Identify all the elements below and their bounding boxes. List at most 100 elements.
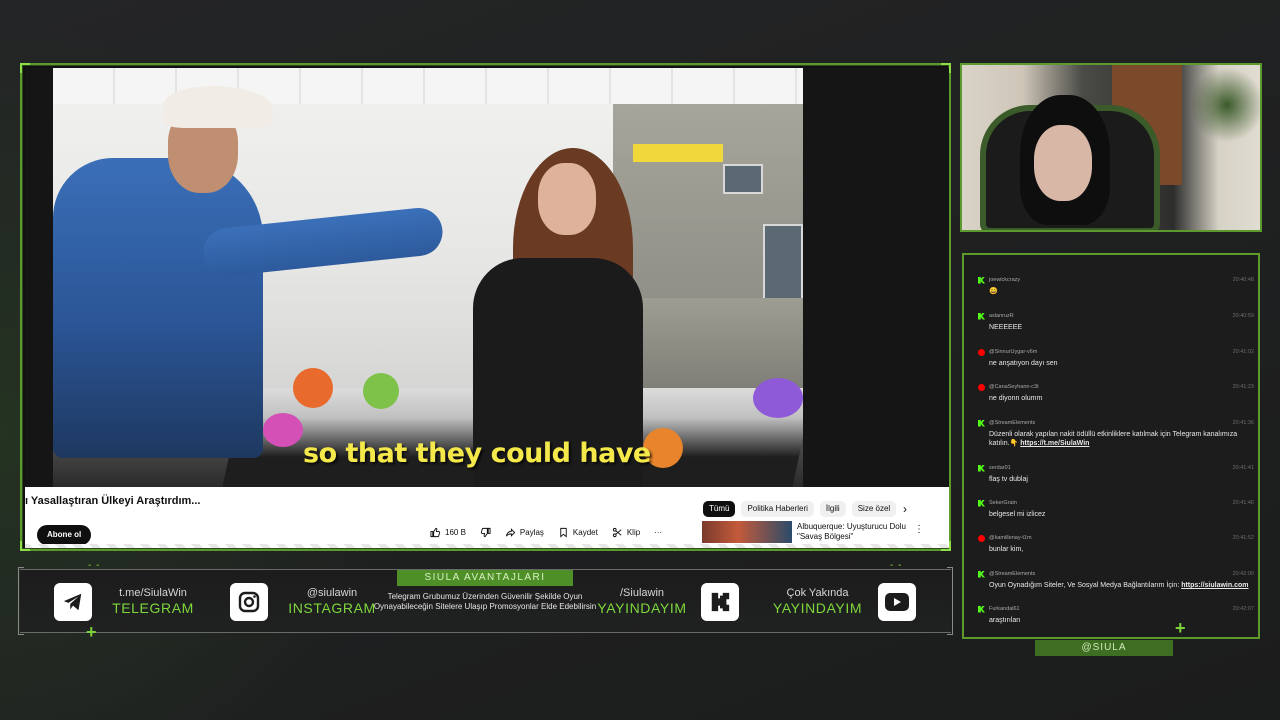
chat-message: @kamillenay-t1m 20:41:52 bunlar kim, — [978, 533, 1254, 554]
chat-link[interactable]: https://siulawin.com — [1181, 582, 1248, 589]
kick-label: YAYINDAYIM — [597, 600, 687, 616]
thumbs-up-icon — [430, 527, 441, 538]
chat-message-meta: @StreamElements 20:42:00 — [978, 569, 1254, 579]
chat-timestamp: 20:42:07 — [1232, 606, 1254, 612]
chat-username[interactable]: SekerGrain — [989, 500, 1017, 506]
kick-badge-icon — [978, 419, 985, 427]
video-title[interactable]: ı Yasallaştıran Ülkeyi Araştırdım... — [25, 495, 200, 507]
scene-person-cap — [163, 86, 273, 128]
chat-message-text: NEEEEEE — [989, 323, 1254, 332]
dash-decoration: - - — [890, 560, 903, 571]
chat-username[interactable]: @StreamElements — [989, 420, 1035, 426]
chat-username[interactable]: joewickcrazy — [989, 277, 1020, 283]
chat-message-body: Oyun Oynadığım Siteler, Ve Sosyal Medya … — [989, 582, 1182, 589]
chat-username[interactable]: aslanruzR — [989, 313, 1014, 319]
recommended-more-icon[interactable]: ⋮ — [914, 524, 924, 535]
chat-message: SekerGrain 20:41:46 belgesel mi izlicez — [978, 498, 1254, 519]
chat-username[interactable]: Furkandal61 — [989, 606, 1020, 612]
chat-username[interactable]: @CanaSeyhann-c3t — [989, 384, 1039, 390]
promo-title: SIULA AVANTAJLARI — [397, 570, 573, 586]
streamer-handle-tag: @SIULA — [1035, 640, 1173, 656]
kick-badge-icon — [978, 312, 985, 320]
scene-flower — [363, 373, 399, 409]
kick-icon — [701, 583, 739, 621]
scene-window — [723, 164, 763, 194]
chat-message-meta: Furkandal61 20:42:07 — [978, 604, 1254, 614]
related-chips: Tümü Politika Haberleri İlgili Size özel — [703, 501, 897, 517]
chat-message-meta: SekerGrain 20:41:46 — [978, 498, 1254, 508]
youtube-label: YAYINDAYIM — [772, 600, 863, 616]
recommended-title[interactable]: Albuquerque: Uyuşturucu Dolu "Savaş Bölg… — [797, 522, 917, 542]
kick-handle: /Siulawin — [619, 587, 665, 599]
chat-message-meta: aslanruzR 20:40:59 — [978, 311, 1254, 321]
chat-timestamp: 20:41:52 — [1232, 535, 1254, 541]
plus-decoration-icon: + — [1175, 618, 1186, 638]
video-actions: 160 B Paylaş Kaydet Klip ··· — [430, 527, 662, 538]
social-kick[interactable]: /Siulawin YAYINDAYIM — [590, 570, 770, 634]
chevron-right-icon[interactable]: › — [903, 501, 907, 517]
telegram-icon — [54, 583, 92, 621]
telegram-text: t.me/SiulaWin TELEGRAM — [108, 587, 198, 616]
recommended-video[interactable]: Albuquerque: Uyuşturucu Dolu "Savaş Bölg… — [702, 521, 938, 543]
dislike-button[interactable] — [480, 527, 491, 538]
social-telegram[interactable]: t.me/SiulaWin TELEGRAM — [20, 570, 195, 634]
chat-message: aslanruzR 20:40:59 NEEEEEE — [978, 311, 1254, 332]
bookmark-icon — [560, 527, 567, 538]
chat-username[interactable]: @SinnurUygar-v6m — [989, 349, 1037, 355]
chip-politics[interactable]: Politika Haberleri — [741, 501, 814, 517]
instagram-label: INSTAGRAM — [288, 600, 376, 616]
chat-username[interactable]: @StreamElements — [989, 571, 1035, 577]
more-actions-button[interactable]: ··· — [654, 528, 662, 537]
scene-person-woman-face — [538, 163, 596, 235]
chat-message-text: Oyun Oynadığım Siteler, Ve Sosyal Medya … — [989, 581, 1254, 590]
like-button[interactable]: 160 B — [430, 527, 466, 538]
video-scene: so that they could have — [53, 68, 803, 487]
scissors-icon — [612, 527, 622, 538]
social-youtube[interactable]: Çok Yakında YAYINDAYIM — [765, 570, 951, 634]
chat-message-meta: @SinnurUygar-v6m 20:41:02 — [978, 347, 1254, 357]
chip-all[interactable]: Tümü — [703, 501, 736, 517]
share-icon — [505, 528, 516, 537]
save-button[interactable]: Kaydet — [558, 527, 598, 538]
chat-message-body: araştırılan — [989, 617, 1021, 624]
kick-badge-icon — [978, 499, 985, 507]
video-player[interactable]: so that they could have — [25, 68, 949, 487]
youtube-badge-icon — [978, 348, 985, 356]
chat-message-body: bunlar kim, — [989, 546, 1024, 553]
chat-timestamp: 20:41:23 — [1232, 384, 1254, 390]
chip-related[interactable]: İlgili — [819, 501, 846, 517]
youtube-text: Çok Yakında YAYINDAYIM — [765, 587, 870, 616]
scene-flower — [753, 378, 803, 418]
youtube-icon — [878, 583, 916, 621]
social-instagram[interactable]: @siulawin INSTAGRAM — [220, 570, 380, 634]
chip-for-you[interactable]: Size özel — [851, 501, 897, 517]
save-label: Kaydet — [572, 528, 598, 537]
chat-message-body: ne anşatıyon dayı sen — [989, 360, 1058, 367]
chat-message: joewickcrazy 20:40:48 😄 — [978, 275, 1254, 296]
chat-timestamp: 20:41:02 — [1232, 349, 1254, 355]
chat-message-meta: serdar01 20:41:41 — [978, 463, 1254, 473]
chat-username[interactable]: @kamillenay-t1m — [989, 535, 1032, 541]
chat-username[interactable]: serdar01 — [989, 465, 1011, 471]
chat-panel[interactable]: joewickcrazy 20:40:48 😄 aslanruzR 20:40:59 NE… — [962, 253, 1260, 639]
chat-message: @StreamElements 20:41:36 Düzenli olarak ya… — [978, 418, 1254, 448]
chat-message-text: flaş tv dublaj — [989, 475, 1254, 484]
social-bar: t.me/SiulaWin TELEGRAM @siulawin INSTAGR… — [18, 567, 953, 635]
chat-message-text: ne diyonn olumm — [989, 394, 1254, 403]
subscribe-button[interactable]: Abone ol — [37, 525, 92, 545]
share-label: Paylaş — [519, 528, 544, 537]
chat-message: Furkandal61 20:42:07 araştırılan — [978, 604, 1254, 625]
share-button[interactable]: Paylaş — [505, 527, 544, 538]
chat-message-body: ne diyonn olumm — [989, 395, 1043, 402]
chat-message: @StreamElements 20:42:00 Oyun Oynadığım Si… — [978, 569, 1254, 590]
chat-link[interactable]: https://t.me/SiulaWin — [1020, 440, 1089, 447]
chat-message-meta: @kamillenay-t1m 20:41:52 — [978, 533, 1254, 543]
clip-label: Klip — [626, 528, 641, 537]
clip-button[interactable]: Klip — [612, 527, 640, 538]
telegram-handle: t.me/SiulaWin — [119, 587, 187, 599]
chat-message: serdar01 20:41:41 flaş tv dublaj — [978, 463, 1254, 484]
instagram-text: @siulawin INSTAGRAM — [284, 587, 380, 616]
recommended-thumbnail[interactable] — [702, 521, 792, 543]
like-count: 160 B — [445, 528, 466, 537]
webcam-streamer-face — [1034, 125, 1092, 201]
